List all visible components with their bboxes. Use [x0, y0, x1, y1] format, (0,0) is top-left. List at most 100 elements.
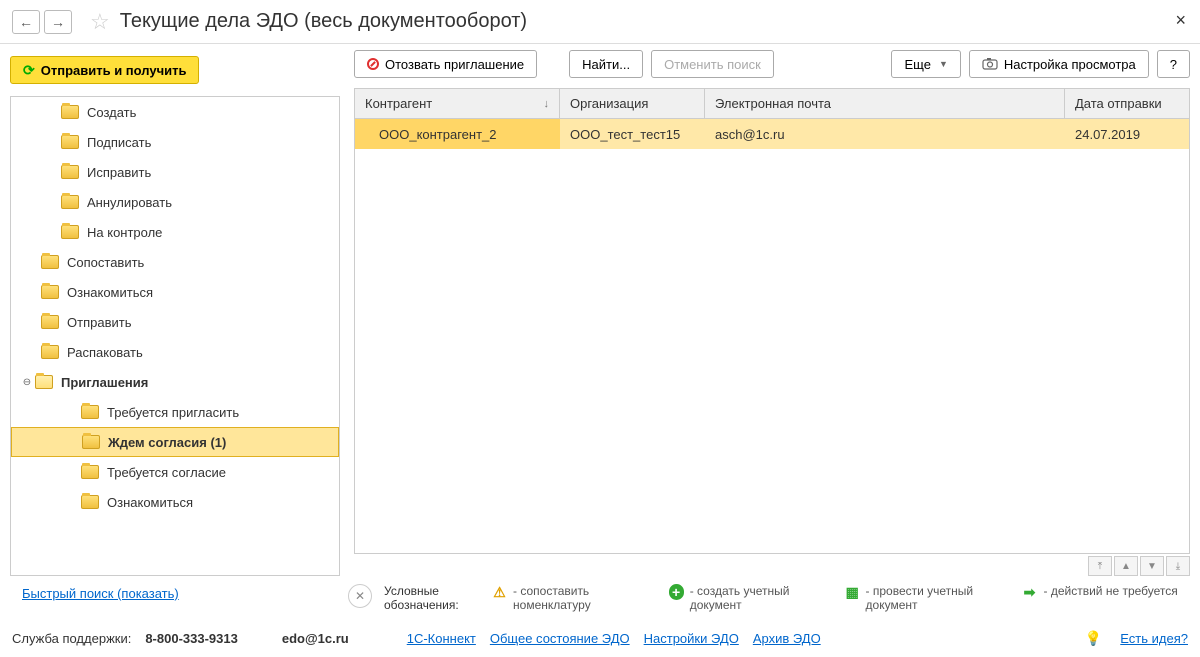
more-button[interactable]: Еще▼: [891, 50, 960, 78]
help-button[interactable]: ?: [1157, 50, 1190, 78]
plus-icon: +: [669, 584, 684, 600]
tree-item-label: Распаковать: [67, 345, 143, 360]
grid-nav-first[interactable]: ⤒: [1088, 556, 1112, 576]
table-row[interactable]: ООО_контрагент_2 ООО_тест_тест15 asch@1c…: [355, 119, 1189, 149]
idea-link[interactable]: Есть идея?: [1120, 631, 1188, 646]
cell-email: asch@1c.ru: [705, 119, 1065, 149]
legend-row: Быстрый поиск (показать) ✕ Условные обоз…: [0, 576, 1200, 620]
legend-text: - провести учетный документ: [866, 584, 1014, 612]
send-receive-button[interactable]: ⟳ Отправить и получить: [10, 56, 199, 84]
folder-icon: [41, 255, 59, 269]
legend-text: - действий не требуется: [1044, 584, 1178, 598]
view-settings-button[interactable]: Настройка просмотра: [969, 50, 1149, 78]
folder-icon: [61, 195, 79, 209]
folder-icon: [41, 345, 59, 359]
refresh-icon: ⟳: [23, 62, 35, 79]
grid-nav-last[interactable]: ⤓: [1166, 556, 1190, 576]
tree-item-label: Ознакомиться: [67, 285, 153, 300]
title-bar: ← → ☆ Текущие дела ЭДО (весь документооб…: [0, 0, 1200, 44]
grid-nav: ⤒ ▲ ▼ ⤓: [354, 556, 1190, 576]
tree-item[interactable]: Создать: [11, 97, 339, 127]
legend-text: - создать учетный документ: [690, 584, 837, 612]
tree-item[interactable]: Отправить: [11, 307, 339, 337]
tree-item[interactable]: ⊖ Приглашения: [11, 367, 339, 397]
revoke-invite-button[interactable]: Отозвать приглашение: [354, 50, 537, 78]
cell-counterparty: ООО_контрагент_2: [355, 119, 560, 149]
bulb-icon: 💡: [1085, 630, 1102, 647]
tree-item-label: Отправить: [67, 315, 131, 330]
page-title: Текущие дела ЭДО (весь документооборот): [120, 10, 527, 33]
legend-text: - сопоставить номенклатуру: [513, 584, 660, 612]
legend-close-button[interactable]: ✕: [348, 584, 372, 608]
col-header-email[interactable]: Электронная почта: [705, 89, 1065, 118]
tree-item-label: Приглашения: [61, 375, 148, 390]
folder-icon: [61, 105, 79, 119]
tree-item-label: Создать: [87, 105, 136, 120]
tree-item[interactable]: Подписать: [11, 127, 339, 157]
col-header-counterparty[interactable]: Контрагент ↓: [355, 89, 560, 118]
folder-tree[interactable]: Создать Подписать Исправить Аннулировать На …: [10, 96, 340, 576]
tree-item-label: Требуется пригласить: [107, 405, 239, 420]
grid-nav-down[interactable]: ▼: [1140, 556, 1164, 576]
tree-item-label: На контроле: [87, 225, 162, 240]
folder-icon: [35, 375, 53, 389]
support-phone: 8-800-333-9313: [145, 631, 238, 646]
folder-icon: [41, 285, 59, 299]
favorite-star-icon[interactable]: ☆: [90, 9, 110, 35]
warning-icon: ⚠: [492, 584, 507, 600]
tree-item-label: Требуется согласие: [107, 465, 226, 480]
tree-item[interactable]: Ознакомиться: [11, 277, 339, 307]
close-icon[interactable]: ×: [1175, 10, 1186, 31]
tree-item[interactable]: Сопоставить: [11, 247, 339, 277]
data-grid[interactable]: Контрагент ↓ Организация Электронная поч…: [354, 88, 1190, 554]
tree-item-label: Сопоставить: [67, 255, 144, 270]
tree-item-label: Аннулировать: [87, 195, 172, 210]
grid-header: Контрагент ↓ Организация Электронная поч…: [355, 89, 1189, 119]
tree-item[interactable]: Требуется пригласить: [11, 397, 339, 427]
support-label: Служба поддержки:: [12, 631, 131, 646]
nav-forward-button[interactable]: →: [44, 10, 72, 34]
cell-date: 24.07.2019: [1065, 119, 1189, 149]
tree-item[interactable]: Ждем согласия (1): [11, 427, 339, 457]
tree-item-label: Ознакомиться: [107, 495, 193, 510]
folder-icon: [41, 315, 59, 329]
revoke-icon: [367, 58, 379, 70]
tree-item[interactable]: Ознакомиться: [11, 487, 339, 517]
collapse-icon[interactable]: ⊖: [19, 377, 35, 388]
tree-item[interactable]: Аннулировать: [11, 187, 339, 217]
chevron-down-icon: ▼: [939, 59, 948, 69]
tree-item-label: Ждем согласия (1): [108, 435, 226, 450]
content-area: Отозвать приглашение Найти... Отменить п…: [354, 96, 1190, 576]
support-email: edo@1c.ru: [282, 631, 349, 646]
folder-icon: [81, 495, 99, 509]
tree-item[interactable]: Требуется согласие: [11, 457, 339, 487]
link-edo-status[interactable]: Общее состояние ЭДО: [490, 631, 630, 646]
tree-item-label: Подписать: [87, 135, 151, 150]
camera-icon: [982, 56, 998, 72]
link-edo-archive[interactable]: Архив ЭДО: [753, 631, 821, 646]
quick-search-link[interactable]: Быстрый поиск (показать): [22, 586, 179, 601]
find-button[interactable]: Найти...: [569, 50, 643, 78]
cell-org: ООО_тест_тест15: [560, 119, 705, 149]
document-icon: ▦: [845, 584, 860, 600]
main-area: Создать Подписать Исправить Аннулировать На …: [0, 96, 1200, 576]
tree-item[interactable]: На контроле: [11, 217, 339, 247]
folder-icon: [61, 135, 79, 149]
link-1c-connect[interactable]: 1С-Коннект: [407, 631, 476, 646]
sort-asc-icon: ↓: [544, 98, 550, 110]
tree-item[interactable]: Распаковать: [11, 337, 339, 367]
folder-icon: [82, 435, 100, 449]
nav-back-button[interactable]: ←: [12, 10, 40, 34]
tree-item[interactable]: Исправить: [11, 157, 339, 187]
footer: Служба поддержки: 8-800-333-9313 edo@1c.…: [0, 620, 1200, 657]
col-header-org[interactable]: Организация: [560, 89, 705, 118]
link-edo-settings[interactable]: Настройки ЭДО: [644, 631, 739, 646]
grid-nav-up[interactable]: ▲: [1114, 556, 1138, 576]
cancel-search-button[interactable]: Отменить поиск: [651, 50, 774, 78]
forward-icon: ➡: [1022, 584, 1038, 600]
tree-item-label: Исправить: [87, 165, 151, 180]
col-header-date[interactable]: Дата отправки: [1065, 89, 1189, 118]
folder-icon: [81, 465, 99, 479]
folder-icon: [81, 405, 99, 419]
folder-icon: [61, 225, 79, 239]
